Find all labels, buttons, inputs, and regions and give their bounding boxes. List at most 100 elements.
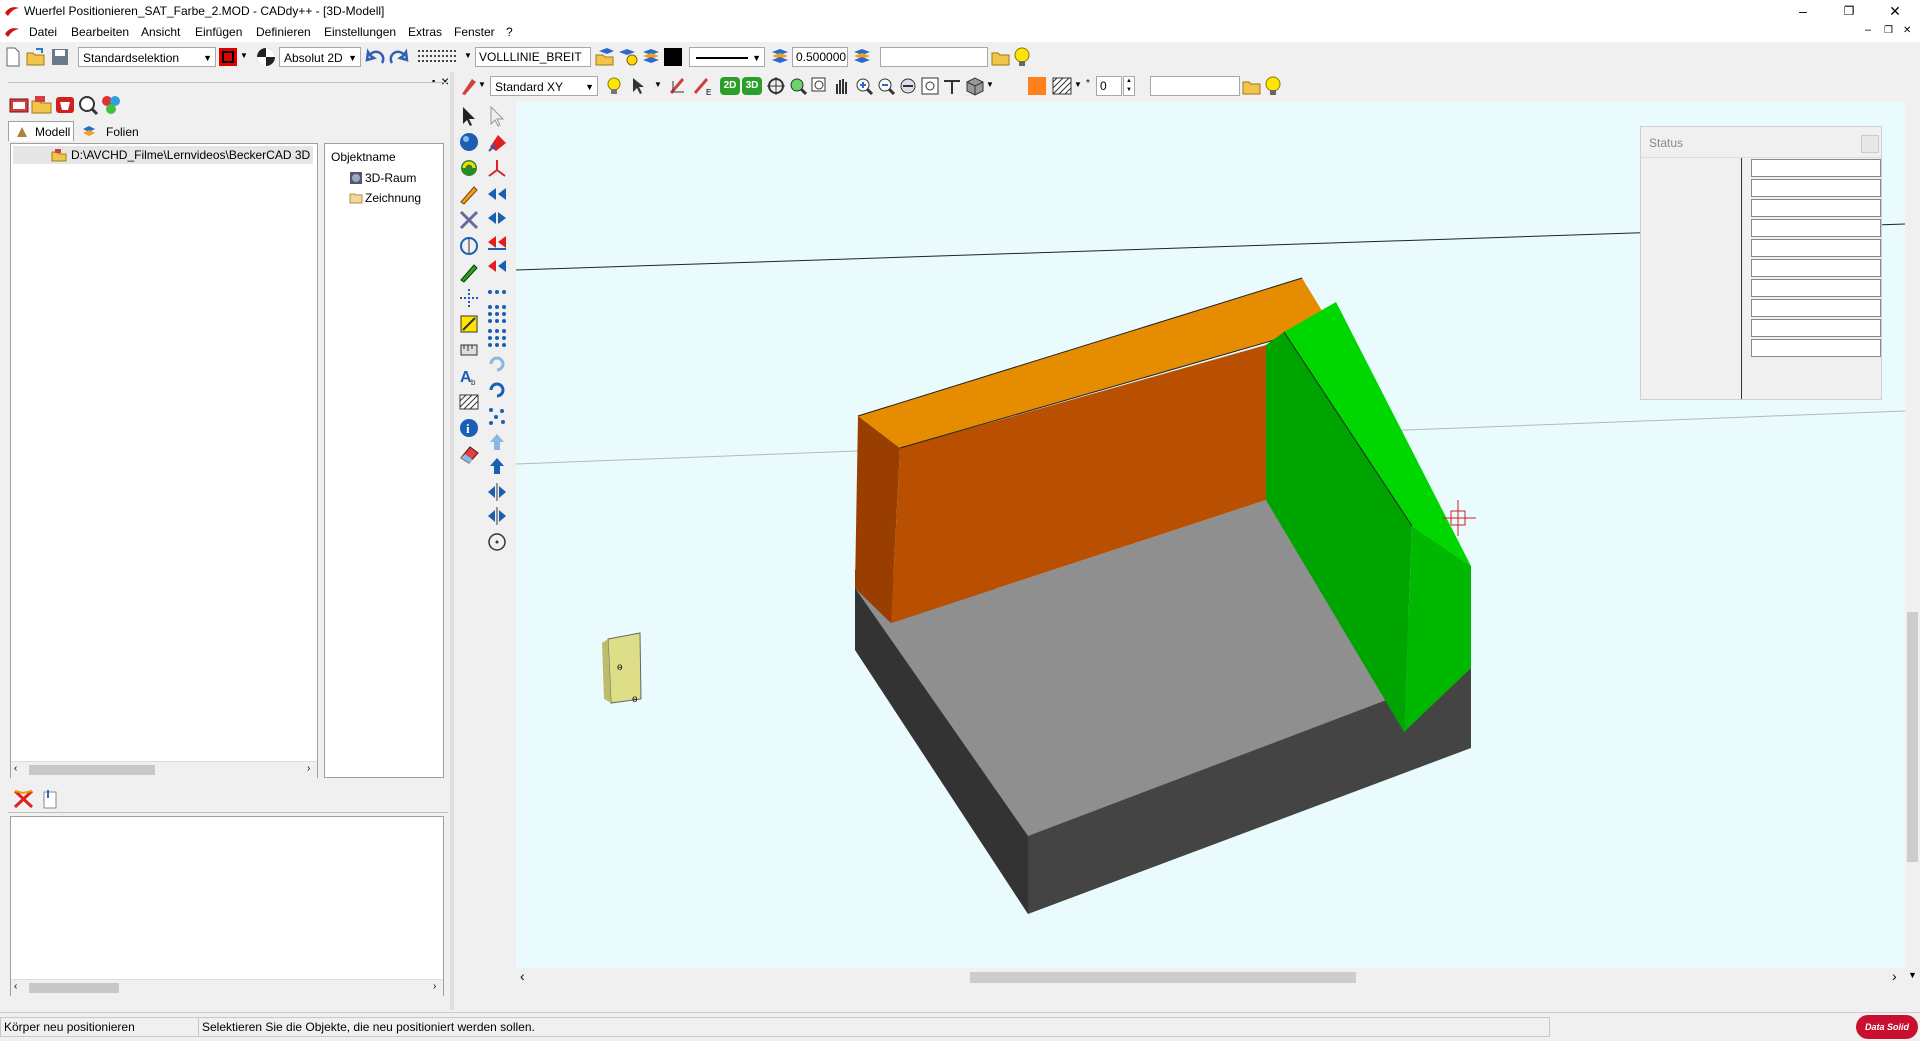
folder-tree-icon[interactable] bbox=[31, 94, 53, 116]
palette-icon[interactable] bbox=[100, 94, 122, 116]
undo-icon[interactable] bbox=[364, 47, 386, 67]
chevron-down-icon[interactable]: ▼ bbox=[1074, 80, 1082, 89]
select-arrow-disabled-icon[interactable] bbox=[486, 105, 508, 127]
close-button[interactable]: ✕ bbox=[1872, 0, 1918, 22]
status-panel-close-button[interactable] bbox=[1861, 135, 1879, 153]
coordinate-mode-select[interactable]: Absolut 2D ▼ bbox=[279, 47, 361, 67]
shading-cube-icon[interactable] bbox=[964, 76, 986, 96]
move-red-icon[interactable] bbox=[486, 231, 508, 253]
rotate-disabled-icon[interactable] bbox=[486, 353, 508, 375]
dimension-pencil-icon[interactable] bbox=[458, 261, 480, 283]
spinner-buttons[interactable]: ▲ ▼ bbox=[1123, 76, 1135, 96]
linetype-field[interactable]: VOLLLINIE_BREIT bbox=[475, 47, 591, 67]
chevron-left-icon[interactable]: ‹ bbox=[14, 981, 17, 992]
pencil-edge-icon[interactable]: E bbox=[692, 76, 714, 96]
light-icon[interactable] bbox=[604, 76, 624, 96]
hatch-pattern-icon[interactable] bbox=[1051, 76, 1073, 96]
circle-center-icon[interactable] bbox=[486, 531, 508, 553]
chevron-left-icon[interactable]: ‹ bbox=[14, 763, 17, 774]
scroll-thumb[interactable] bbox=[1907, 612, 1918, 862]
coordinate-icon[interactable] bbox=[256, 47, 276, 67]
property-hscrollbar[interactable]: ‹ › bbox=[11, 979, 443, 996]
info-icon[interactable]: i bbox=[458, 417, 480, 439]
layers-icon[interactable] bbox=[641, 47, 661, 67]
viewport-hscrollbar[interactable]: ‹ › bbox=[516, 968, 1905, 986]
chevron-left-icon[interactable]: ‹ bbox=[520, 968, 525, 984]
menu-einfuegen[interactable]: Einfügen bbox=[195, 25, 242, 39]
color-swatch[interactable] bbox=[664, 48, 682, 66]
move-up-icon[interactable] bbox=[486, 455, 508, 477]
pan-hand-icon[interactable] bbox=[832, 76, 852, 96]
cut-body-icon[interactable] bbox=[486, 131, 508, 153]
delete-model-icon[interactable] bbox=[54, 94, 76, 116]
grid-icon[interactable] bbox=[417, 48, 461, 66]
mdi-restore-button[interactable]: ❐ bbox=[1884, 25, 1893, 36]
view-select[interactable]: Standard XY ▼ bbox=[490, 76, 598, 96]
layer-settings-icon[interactable] bbox=[617, 47, 639, 67]
move-both-icon[interactable] bbox=[486, 207, 508, 229]
tree-item-selected[interactable]: D:\AVCHD_Filme\Lernvideos\BeckerCAD 3D P… bbox=[13, 146, 313, 164]
body-color-swatch[interactable] bbox=[1028, 77, 1046, 95]
scatter-dots-icon[interactable] bbox=[486, 405, 508, 427]
select-window-icon[interactable] bbox=[218, 47, 238, 67]
layer-field[interactable] bbox=[880, 47, 988, 67]
measure-icon[interactable] bbox=[458, 339, 480, 361]
sketch-pencil-icon[interactable] bbox=[458, 183, 480, 205]
chevron-down-icon[interactable]: ▼ bbox=[478, 80, 486, 89]
chevron-right-icon[interactable]: › bbox=[433, 981, 436, 992]
menu-definieren[interactable]: Definieren bbox=[256, 25, 311, 39]
tree-hscrollbar[interactable]: ‹ › bbox=[11, 761, 317, 778]
layers-width-icon[interactable] bbox=[770, 47, 790, 67]
chevron-right-icon[interactable]: › bbox=[1892, 968, 1897, 984]
save-icon[interactable] bbox=[50, 47, 70, 67]
construction-line-icon[interactable] bbox=[458, 287, 480, 309]
section-icon[interactable] bbox=[942, 76, 962, 96]
clipboard-icon[interactable] bbox=[40, 788, 60, 810]
text-icon[interactable]: Ab bbox=[458, 365, 480, 387]
zoom-previous-icon[interactable] bbox=[898, 76, 918, 96]
dots-row-icon[interactable] bbox=[486, 281, 508, 303]
folder-icon[interactable] bbox=[1242, 76, 1262, 96]
transform-icon[interactable] bbox=[458, 235, 480, 257]
tab-modell[interactable]: Modell bbox=[8, 121, 74, 141]
viewport-vscrollbar[interactable]: ▼ bbox=[1905, 102, 1920, 986]
eraser-icon[interactable] bbox=[458, 443, 480, 465]
view-field[interactable] bbox=[1150, 76, 1240, 96]
orbit-icon[interactable] bbox=[766, 76, 786, 96]
snap-point-icon[interactable] bbox=[458, 313, 480, 335]
move-right-icon[interactable] bbox=[486, 183, 508, 205]
selection-mode-select[interactable]: Standardselektion ▼ bbox=[78, 47, 216, 67]
line-width-field[interactable]: 0.500000 bbox=[792, 47, 848, 67]
delete-cross-icon[interactable] bbox=[12, 788, 36, 810]
scroll-thumb[interactable] bbox=[29, 983, 119, 993]
new-file-icon[interactable] bbox=[4, 47, 22, 67]
search-zoom-icon[interactable] bbox=[77, 94, 99, 116]
object-item-zeichnung[interactable]: Zeichnung bbox=[349, 189, 443, 207]
chevron-down-icon[interactable]: ▼ bbox=[464, 51, 472, 60]
menu-einstellungen[interactable]: Einstellungen bbox=[324, 25, 396, 39]
axis-icon[interactable] bbox=[486, 157, 508, 179]
cursor-view-icon[interactable] bbox=[630, 76, 652, 96]
view-2d-button[interactable]: 2D bbox=[720, 77, 740, 95]
object-item-3d-raum[interactable]: 3D-Raum bbox=[349, 169, 443, 187]
chevron-down-icon[interactable]: ▼ bbox=[240, 51, 248, 60]
panel-splitter[interactable] bbox=[450, 72, 454, 1010]
menu-bearbeiten[interactable]: Bearbeiten bbox=[71, 25, 129, 39]
chevron-down-icon[interactable]: ▼ bbox=[986, 80, 994, 89]
chevron-down-icon[interactable]: ▼ bbox=[1908, 970, 1917, 980]
layer-folder-icon[interactable] bbox=[595, 47, 615, 67]
line-style-select[interactable]: ▼ bbox=[689, 47, 765, 67]
menu-fenster[interactable]: Fenster bbox=[454, 25, 495, 39]
chevron-right-icon[interactable]: › bbox=[307, 763, 310, 774]
layers-icon[interactable] bbox=[852, 47, 872, 67]
mirror-2-icon[interactable] bbox=[486, 505, 508, 527]
model-icon[interactable] bbox=[8, 94, 30, 116]
select-arrow-icon[interactable] bbox=[458, 105, 480, 127]
lightbulb-icon[interactable] bbox=[1264, 76, 1282, 96]
menu-help[interactable]: ? bbox=[506, 25, 513, 39]
scroll-thumb[interactable] bbox=[970, 972, 1356, 983]
mdi-minimize-button[interactable]: – bbox=[1865, 24, 1871, 36]
redo-icon[interactable] bbox=[388, 47, 410, 67]
scroll-thumb[interactable] bbox=[29, 765, 155, 775]
dots-grid-2-icon[interactable] bbox=[486, 327, 508, 349]
